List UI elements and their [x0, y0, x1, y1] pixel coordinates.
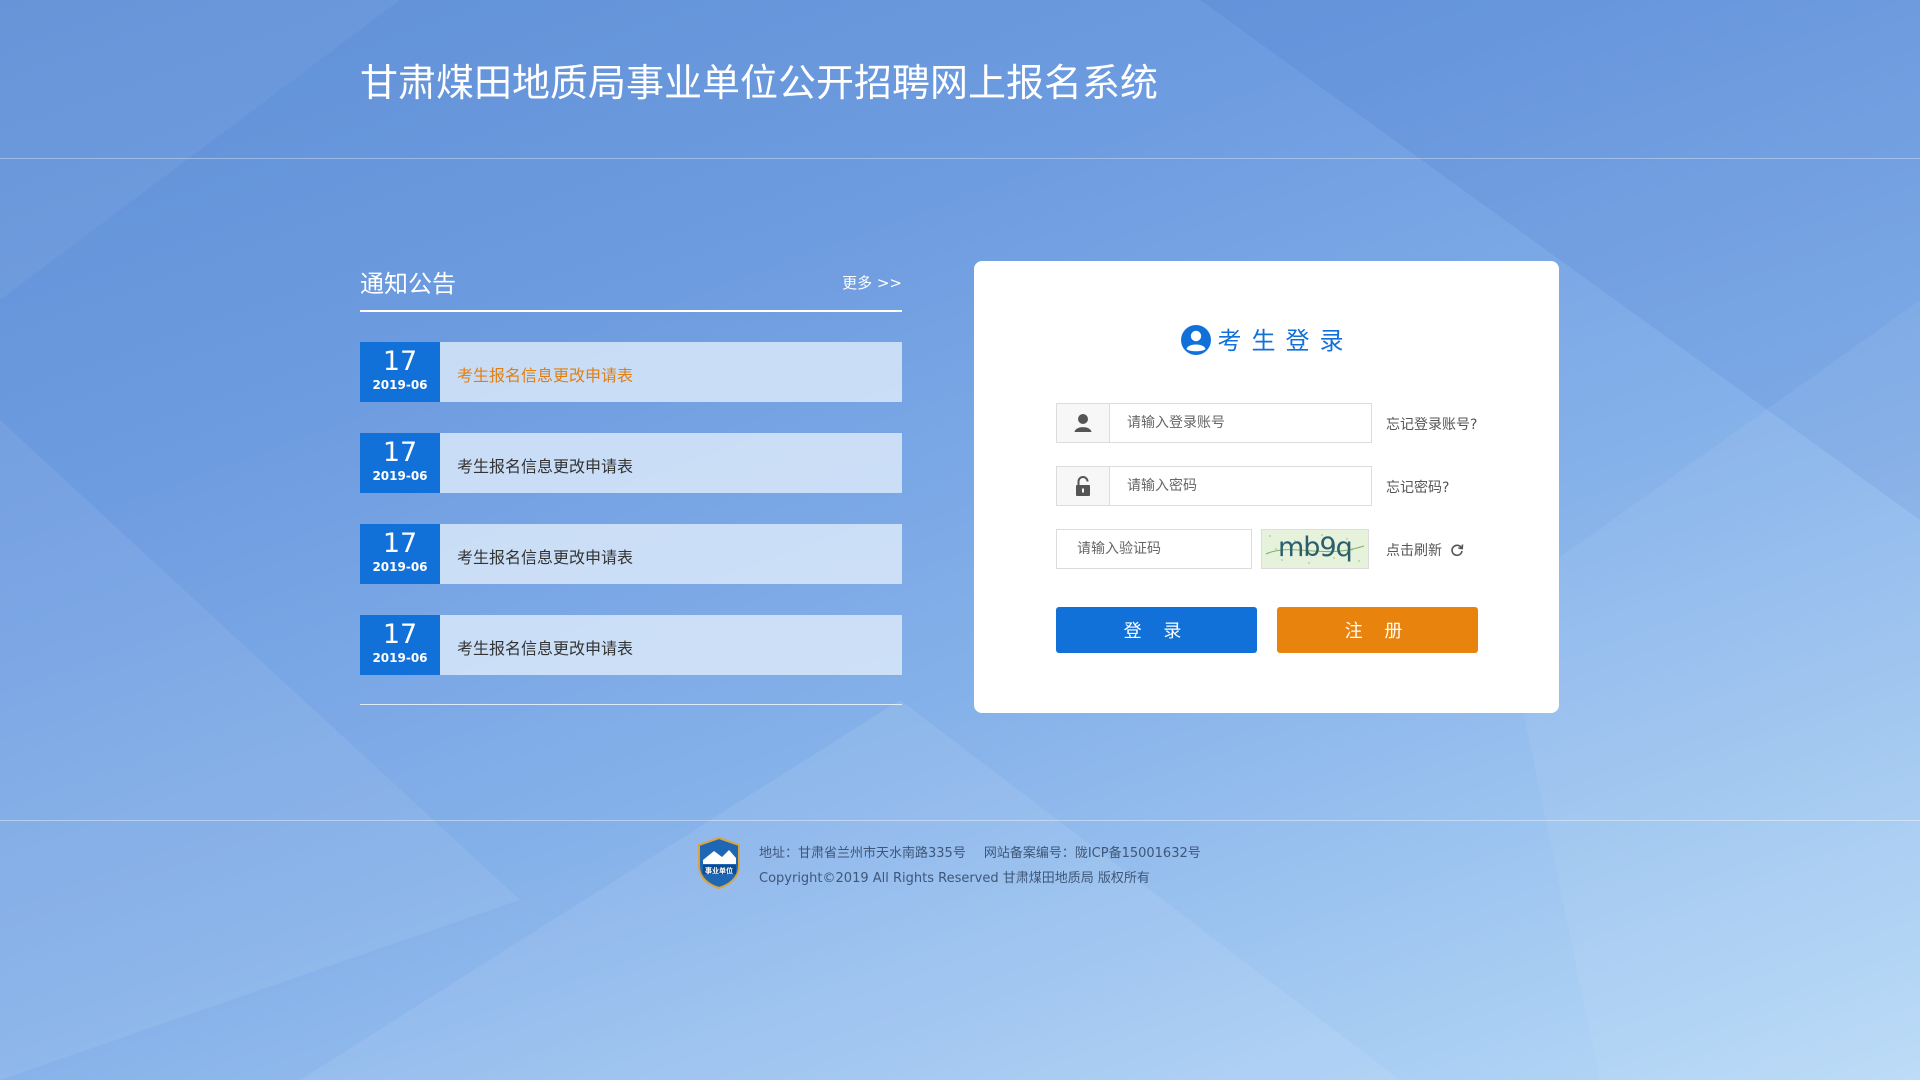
notice-date: 17 2019-06	[360, 615, 440, 675]
login-card: 考生登录 忘记登录账号? 忘记密码?	[974, 261, 1559, 713]
institution-logo: 事业单位	[696, 836, 742, 890]
notice-divider	[360, 704, 902, 705]
page-title: 甘肃煤田地质局事业单位公开招聘网上报名系统	[360, 61, 1159, 105]
notice-panel: 通知公告 更多 >> 17 2019-06 考生报名信息更改申请表 17 201…	[360, 258, 902, 706]
notice-link[interactable]: 考生报名信息更改申请表	[457, 635, 633, 659]
notice-link[interactable]: 考生报名信息更改申请表	[457, 453, 633, 477]
notice-year-month: 2019-06	[372, 378, 428, 392]
notice-header: 通知公告 更多 >>	[360, 258, 902, 312]
notice-title: 通知公告	[360, 270, 456, 298]
logo-text: 事业单位	[705, 867, 733, 875]
captcha-input[interactable]	[1077, 530, 1247, 568]
captcha-text: mb9q	[1278, 532, 1353, 563]
background-pattern	[0, 0, 1920, 1080]
login-button[interactable]: 登 录	[1056, 607, 1257, 653]
notice-day: 17	[382, 528, 418, 559]
refresh-captcha-link[interactable]: 点击刷新	[1386, 540, 1464, 560]
user-circle-icon	[1180, 325, 1211, 355]
footer-icp: 网站备案编号：陇ICP备15001632号	[983, 846, 1201, 861]
notice-item[interactable]: 17 2019-06 考生报名信息更改申请表	[360, 433, 902, 493]
notice-list: 17 2019-06 考生报名信息更改申请表 17 2019-06 考生报名信息…	[360, 342, 902, 675]
notice-day: 17	[382, 437, 418, 468]
lock-icon	[1057, 467, 1110, 505]
notice-item[interactable]: 17 2019-06 考生报名信息更改申请表	[360, 524, 902, 584]
notice-year-month: 2019-06	[372, 651, 428, 665]
more-link[interactable]: 更多 >>	[842, 272, 902, 293]
notice-date: 17 2019-06	[360, 433, 440, 493]
header: 甘肃煤田地质局事业单位公开招聘网上报名系统	[0, 0, 1920, 159]
notice-item[interactable]: 17 2019-06 考生报名信息更改申请表	[360, 615, 902, 675]
refresh-icon	[1451, 544, 1464, 557]
footer-divider	[0, 820, 1920, 821]
footer-info: 地址：甘肃省兰州市天水南路335号 网站备案编号：陇ICP备15001632号 C…	[759, 841, 1219, 891]
footer-copyright: Copyright©2019 All Rights Reserved 甘肃煤田地…	[759, 871, 1150, 886]
login-title-text: 考生登录	[1217, 327, 1354, 355]
captcha-field	[1056, 529, 1252, 569]
forgot-password-link[interactable]: 忘记密码?	[1386, 477, 1449, 497]
password-field	[1056, 466, 1372, 506]
forgot-account-link[interactable]: 忘记登录账号?	[1386, 414, 1477, 434]
notice-day: 17	[382, 619, 418, 650]
account-input[interactable]	[1127, 404, 1367, 442]
captcha-image[interactable]: mb9q	[1261, 529, 1369, 569]
login-title: 考生登录	[974, 321, 1559, 356]
password-input[interactable]	[1127, 467, 1367, 505]
notice-date: 17 2019-06	[360, 524, 440, 584]
refresh-label: 点击刷新	[1386, 543, 1442, 559]
notice-link[interactable]: 考生报名信息更改申请表	[457, 544, 633, 568]
notice-date: 17 2019-06	[360, 342, 440, 402]
notice-day: 17	[382, 346, 418, 377]
user-icon	[1057, 404, 1110, 442]
notice-year-month: 2019-06	[372, 560, 428, 574]
account-field	[1056, 403, 1372, 443]
footer-address: 地址：甘肃省兰州市天水南路335号	[759, 846, 966, 861]
notice-link[interactable]: 考生报名信息更改申请表	[457, 362, 633, 386]
register-button[interactable]: 注 册	[1277, 607, 1478, 653]
notice-item[interactable]: 17 2019-06 考生报名信息更改申请表	[360, 342, 902, 402]
notice-year-month: 2019-06	[372, 469, 428, 483]
